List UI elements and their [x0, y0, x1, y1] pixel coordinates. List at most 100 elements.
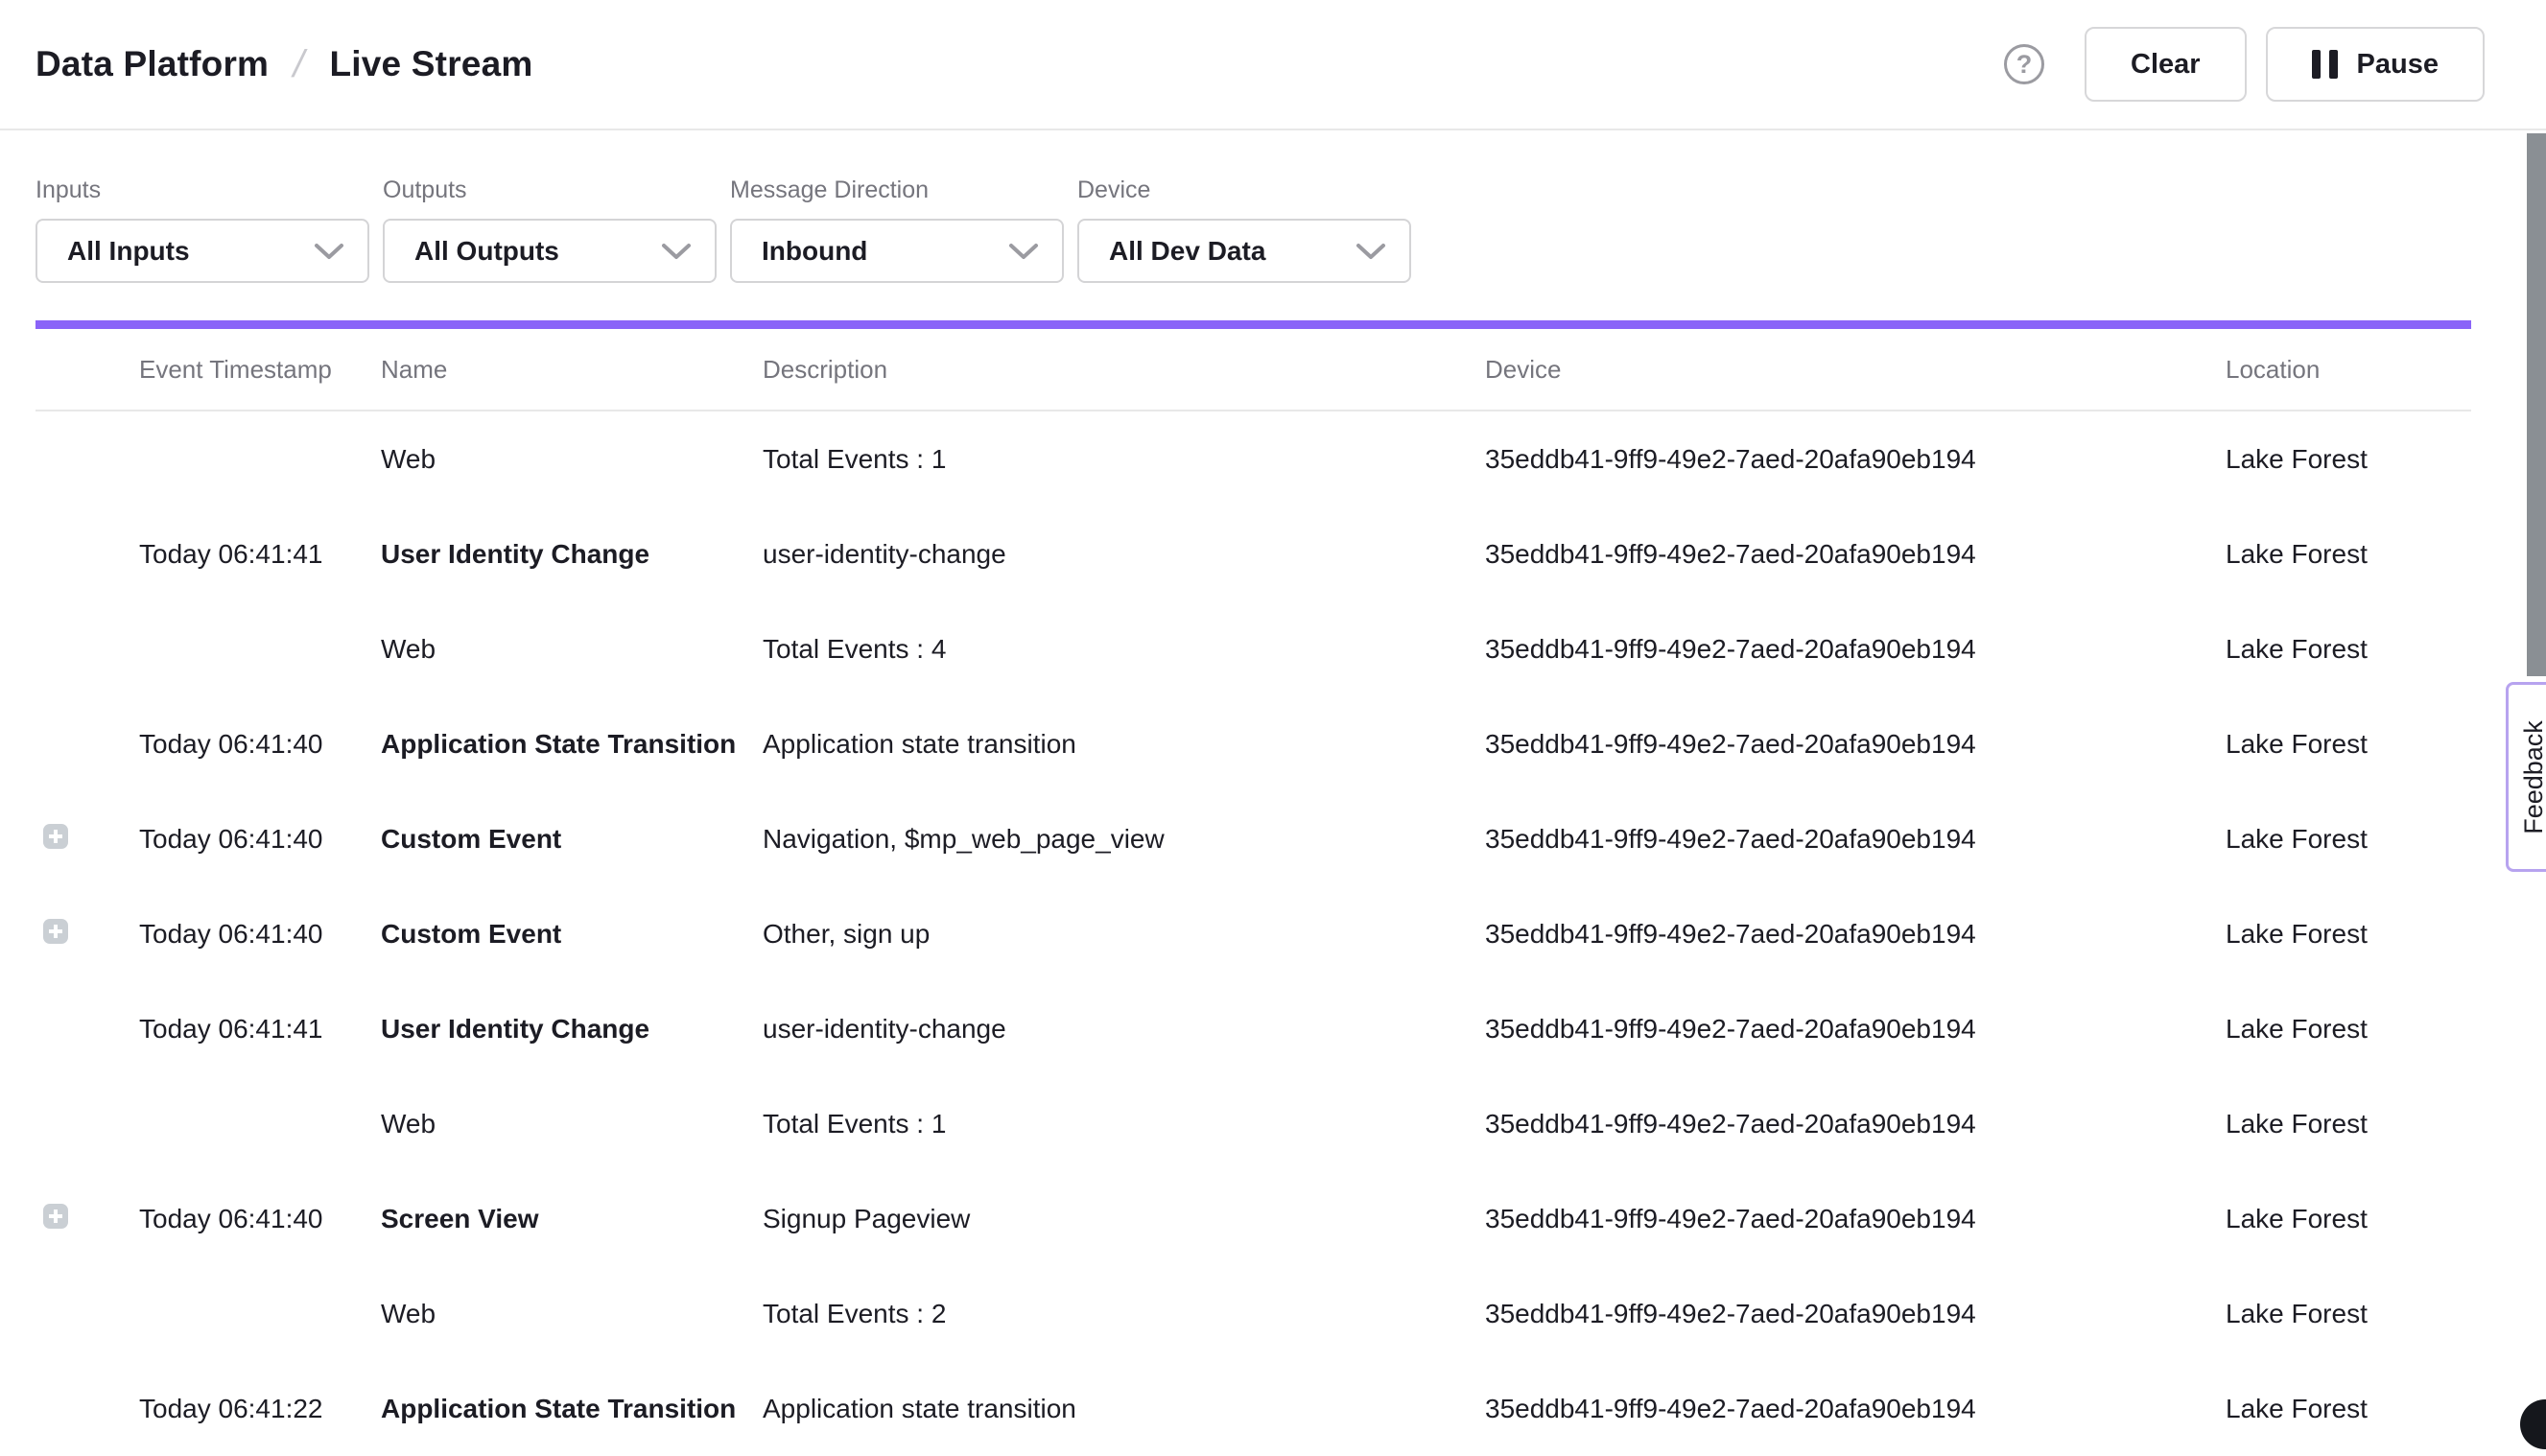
cell-event-name: Web [381, 1299, 763, 1329]
cell-description: user-identity-change [763, 1014, 1485, 1045]
cell-description: Total Events : 4 [763, 634, 1485, 665]
expand-cell [35, 1299, 139, 1329]
cell-description: user-identity-change [763, 539, 1485, 570]
chevron-down-icon [661, 243, 692, 260]
vertical-scrollbar[interactable] [2527, 133, 2546, 676]
table-row[interactable]: Today 06:41:40 Custom Event Navigation, … [35, 791, 2471, 886]
cell-location: Lake Forest [2226, 1204, 2469, 1234]
cell-location: Lake Forest [2226, 729, 2469, 760]
table-row[interactable]: Web Total Events : 1 35eddb41-9ff9-49e2-… [35, 1076, 2471, 1171]
expand-plus-icon[interactable] [43, 919, 68, 944]
device-select[interactable]: All Dev Data [1077, 219, 1411, 283]
cell-event-timestamp: Today 06:41:40 [139, 824, 381, 855]
cell-event-timestamp: Today 06:41:41 [139, 539, 381, 570]
live-stream-table: Event Timestamp Name Description Device … [35, 329, 2471, 1456]
cell-event-timestamp: Today 06:41:40 [139, 729, 381, 760]
expand-cell [35, 1109, 139, 1139]
cell-event-name: User Identity Change [381, 539, 763, 570]
cell-location: Lake Forest [2226, 919, 2469, 950]
help-icon[interactable]: ? [2004, 44, 2044, 84]
filter-label-inputs: Inputs [35, 176, 369, 204]
expand-cell [35, 444, 139, 475]
cell-description: Other, sign up [763, 919, 1485, 950]
feedback-tab-label: Feedback [2519, 720, 2546, 834]
pause-button[interactable]: Pause [2266, 27, 2485, 102]
cell-device-id: 35eddb41-9ff9-49e2-7aed-20afa90eb194 [1485, 1394, 2226, 1424]
message-direction-select[interactable]: Inbound [730, 219, 1064, 283]
expand-cell [35, 1394, 139, 1424]
expand-plus-icon[interactable] [43, 1204, 68, 1229]
expand-plus-icon[interactable] [43, 824, 68, 849]
cell-event-timestamp: Today 06:41:40 [139, 1204, 381, 1234]
cell-device-id: 35eddb41-9ff9-49e2-7aed-20afa90eb194 [1485, 1109, 2226, 1139]
column-header-timestamp: Event Timestamp [139, 355, 381, 385]
table-row[interactable]: Today 06:41:40 Custom Event Other, sign … [35, 886, 2471, 981]
expand-cell [35, 729, 139, 760]
table-row[interactable]: Web Total Events : 2 35eddb41-9ff9-49e2-… [35, 1266, 2471, 1361]
clear-button-label: Clear [2131, 49, 2201, 81]
cell-event-name: Web [381, 1109, 763, 1139]
cell-event-name: User Identity Change [381, 1014, 763, 1045]
table-row[interactable]: Today 06:41:40 Screen View Signup Pagevi… [35, 1171, 2471, 1266]
expand-cell [35, 824, 139, 855]
breadcrumb: Data Platform / Live Stream [35, 43, 532, 86]
cell-description: Total Events : 2 [763, 1299, 1485, 1329]
table-body: Web Total Events : 1 35eddb41-9ff9-49e2-… [35, 411, 2471, 1456]
table-row[interactable]: Today 06:41:40 Application State Transit… [35, 696, 2471, 791]
cell-location: Lake Forest [2226, 1299, 2469, 1329]
filter-message-direction: Message Direction Inbound [730, 176, 1064, 283]
chevron-down-icon [1008, 243, 1039, 260]
cell-device-id: 35eddb41-9ff9-49e2-7aed-20afa90eb194 [1485, 1299, 2226, 1329]
feedback-tab[interactable]: Feedback [2506, 682, 2546, 872]
inputs-select[interactable]: All Inputs [35, 219, 369, 283]
cell-location: Lake Forest [2226, 1014, 2469, 1045]
column-header-device: Device [1485, 355, 2226, 385]
cell-device-id: 35eddb41-9ff9-49e2-7aed-20afa90eb194 [1485, 1014, 2226, 1045]
cell-device-id: 35eddb41-9ff9-49e2-7aed-20afa90eb194 [1485, 539, 2226, 570]
cell-location: Lake Forest [2226, 444, 2469, 475]
top-bar-actions: ? Clear Pause [2004, 27, 2485, 102]
cell-event-timestamp: Today 06:41:40 [139, 919, 381, 950]
column-header-description: Description [763, 355, 1485, 385]
cell-location: Lake Forest [2226, 1394, 2469, 1424]
cell-description: Application state transition [763, 729, 1485, 760]
cell-location: Lake Forest [2226, 824, 2469, 855]
cell-event-timestamp: Today 06:41:41 [139, 1014, 381, 1045]
chevron-down-icon [1356, 243, 1386, 260]
filter-label-message-direction: Message Direction [730, 176, 1064, 204]
table-row[interactable]: Today 06:41:22 Application State Transit… [35, 1361, 2471, 1456]
cell-event-name: Custom Event [381, 824, 763, 855]
table-row[interactable]: Today 06:41:41 User Identity Change user… [35, 981, 2471, 1076]
cell-description: Application state transition [763, 1394, 1485, 1424]
filter-label-device: Device [1077, 176, 1411, 204]
cell-device-id: 35eddb41-9ff9-49e2-7aed-20afa90eb194 [1485, 444, 2226, 475]
cell-event-name: Web [381, 634, 763, 665]
expand-cell [35, 539, 139, 570]
chat-bubble-button[interactable] [2520, 1399, 2546, 1449]
table-row[interactable]: Web Total Events : 1 35eddb41-9ff9-49e2-… [35, 411, 2471, 506]
expand-cell [35, 1204, 139, 1234]
accent-divider [35, 320, 2471, 329]
cell-event-name: Web [381, 444, 763, 475]
table-header-row: Event Timestamp Name Description Device … [35, 329, 2471, 411]
device-select-value: All Dev Data [1109, 236, 1265, 267]
outputs-select[interactable]: All Outputs [383, 219, 717, 283]
cell-description: Total Events : 1 [763, 444, 1485, 475]
filter-label-outputs: Outputs [383, 176, 717, 204]
table-row[interactable]: Web Total Events : 4 35eddb41-9ff9-49e2-… [35, 601, 2471, 696]
table-row[interactable]: Today 06:41:41 User Identity Change user… [35, 506, 2471, 601]
cell-event-name: Screen View [381, 1204, 763, 1234]
expand-cell [35, 919, 139, 950]
cell-description: Total Events : 1 [763, 1109, 1485, 1139]
expand-cell [35, 1014, 139, 1045]
clear-button[interactable]: Clear [2085, 27, 2247, 102]
cell-location: Lake Forest [2226, 539, 2469, 570]
cell-event-timestamp: Today 06:41:22 [139, 1394, 381, 1424]
cell-event-name: Application State Transition [381, 729, 763, 760]
breadcrumb-page: Live Stream [329, 44, 532, 84]
chevron-down-icon [314, 243, 344, 260]
breadcrumb-section[interactable]: Data Platform [35, 44, 269, 84]
column-header-location: Location [2226, 355, 2469, 385]
cell-event-name: Custom Event [381, 919, 763, 950]
top-bar: Data Platform / Live Stream ? Clear Paus… [0, 0, 2546, 130]
